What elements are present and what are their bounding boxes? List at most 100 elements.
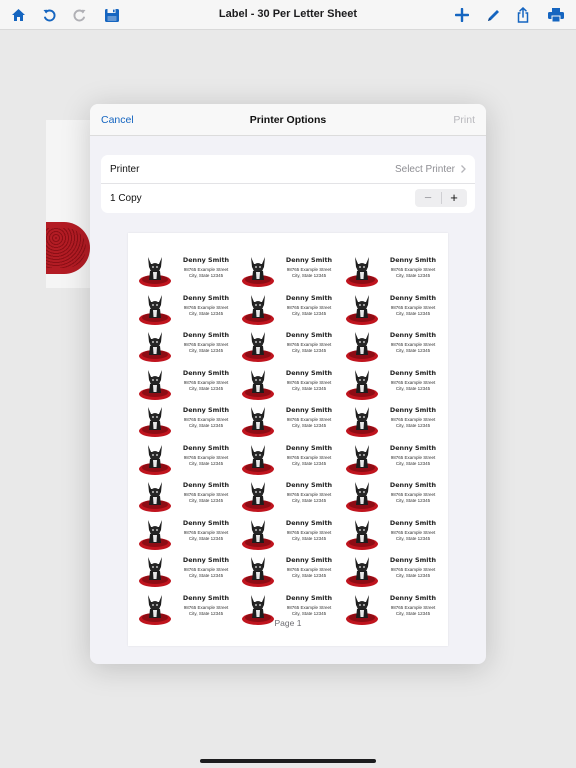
address-label: Denny Smith 98765 Example Street City, Sta… xyxy=(345,478,445,515)
label-address-line1: 98765 Example Street xyxy=(183,379,229,385)
pen-icon[interactable] xyxy=(481,4,505,26)
label-name: Denny Smith xyxy=(182,331,230,339)
printer-label: Printer xyxy=(110,164,140,175)
dog-photo xyxy=(138,404,172,437)
label-name: Denny Smith xyxy=(285,331,333,339)
label-address-line1: 98765 Example Street xyxy=(390,304,436,310)
dog-photo xyxy=(138,366,172,400)
address-label: Denny Smith 98765 Example Street City, Sta… xyxy=(241,328,341,365)
label-address: 98765 Example Street City, State 12345 xyxy=(278,342,340,354)
dog-photo xyxy=(345,516,379,550)
label-address: 98765 Example Street City, State 12345 xyxy=(175,417,237,429)
label-name: Denny Smith xyxy=(182,406,230,414)
label-address-line2: City, State 12345 xyxy=(395,310,431,316)
address-label: Denny Smith 98765 Example Street City, Sta… xyxy=(138,441,238,478)
chevron-right-icon xyxy=(461,165,466,173)
address-label: Denny Smith 98765 Example Street City, Sta… xyxy=(241,553,341,590)
address-label: Denny Smith 98765 Example Street City, Sta… xyxy=(241,478,341,515)
label-name: Denny Smith xyxy=(389,256,437,264)
label-name: Denny Smith xyxy=(285,593,333,602)
label-address-line2: City, State 12345 xyxy=(291,610,327,616)
dog-photo xyxy=(138,554,172,587)
label-address: 98765 Example Street City, State 12345 xyxy=(175,530,237,542)
print-button[interactable]: Print xyxy=(453,114,475,126)
address-label: Denny Smith 98765 Example Street City, Sta… xyxy=(138,516,238,553)
printer-row[interactable]: Printer Select Printer xyxy=(101,155,475,184)
dog-photo xyxy=(138,291,172,325)
label-name: Denny Smith xyxy=(182,293,230,302)
home-indicator[interactable] xyxy=(200,759,376,763)
label-address-line2: City, State 12345 xyxy=(395,535,431,541)
label-address: 98765 Example Street City, State 12345 xyxy=(278,305,340,317)
dog-photo xyxy=(345,554,379,587)
share-icon[interactable] xyxy=(511,4,535,26)
print-preview-page[interactable]: Denny Smith 98765 Example Street City, Sta… xyxy=(128,233,448,646)
label-address: 98765 Example Street City, State 12345 xyxy=(175,380,237,392)
print-icon[interactable] xyxy=(544,4,568,26)
dog-photo xyxy=(241,366,275,400)
dog-photo xyxy=(241,554,275,587)
label-address: 98765 Example Street City, State 12345 xyxy=(278,492,340,504)
top-toolbar: Label - 30 Per Letter Sheet xyxy=(0,0,576,30)
label-address-line2: City, State 12345 xyxy=(395,498,431,503)
dog-photo xyxy=(345,366,379,400)
label-address-line2: City, State 12345 xyxy=(188,273,224,278)
label-name: Denny Smith xyxy=(182,443,230,452)
address-label: Denny Smith 98765 Example Street City, Sta… xyxy=(241,441,341,478)
label-address-line2: City, State 12345 xyxy=(291,348,327,353)
label-address-line2: City, State 12345 xyxy=(395,348,431,353)
dialog-title: Printer Options xyxy=(249,114,327,126)
label-address: 98765 Example Street City, State 12345 xyxy=(382,567,444,579)
copies-label: 1 Copy xyxy=(110,193,142,204)
label-address-line2: City, State 12345 xyxy=(291,498,327,503)
label-address-line1: 98765 Example Street xyxy=(183,604,229,610)
dog-photo xyxy=(138,516,172,550)
label-address-line2: City, State 12345 xyxy=(188,610,224,616)
label-address: 98765 Example Street City, State 12345 xyxy=(382,380,444,392)
label-address-line2: City, State 12345 xyxy=(291,423,327,428)
dog-photo xyxy=(241,291,275,325)
label-name: Denny Smith xyxy=(182,593,230,602)
label-name: Denny Smith xyxy=(389,556,437,564)
label-address: 98765 Example Street City, State 12345 xyxy=(175,605,237,617)
label-address: 98765 Example Street City, State 12345 xyxy=(278,455,340,467)
label-address-line1: 98765 Example Street xyxy=(286,604,332,610)
label-address-line2: City, State 12345 xyxy=(395,385,431,391)
label-address: 98765 Example Street City, State 12345 xyxy=(382,455,444,467)
label-address-line1: 98765 Example Street xyxy=(286,454,332,460)
label-address-line2: City, State 12345 xyxy=(395,273,431,278)
label-address: 98765 Example Street City, State 12345 xyxy=(278,530,340,542)
dog-photo xyxy=(241,441,275,475)
dog-photo xyxy=(241,479,275,512)
label-address-line2: City, State 12345 xyxy=(395,573,431,578)
label-name: Denny Smith xyxy=(285,443,333,452)
label-address: 98765 Example Street City, State 12345 xyxy=(278,417,340,429)
copies-stepper[interactable]: − + xyxy=(415,189,467,207)
label-address: 98765 Example Street City, State 12345 xyxy=(175,567,237,579)
dog-photo xyxy=(241,404,275,437)
label-address: 98765 Example Street City, State 12345 xyxy=(278,267,340,279)
dog-photo xyxy=(241,516,275,550)
label-address-line2: City, State 12345 xyxy=(291,310,327,316)
label-name: Denny Smith xyxy=(285,406,333,414)
label-address: 98765 Example Street City, State 12345 xyxy=(175,455,237,467)
label-address-line2: City, State 12345 xyxy=(188,573,224,578)
label-address: 98765 Example Street City, State 12345 xyxy=(382,342,444,354)
label-address: 98765 Example Street City, State 12345 xyxy=(382,267,444,279)
label-address-line2: City, State 12345 xyxy=(188,498,224,503)
address-label: Denny Smith 98765 Example Street City, Sta… xyxy=(345,516,445,553)
decrement-button[interactable]: − xyxy=(415,189,441,207)
label-address: 98765 Example Street City, State 12345 xyxy=(382,305,444,317)
address-label: Denny Smith 98765 Example Street City, Sta… xyxy=(138,553,238,590)
address-label: Denny Smith 98765 Example Street City, Sta… xyxy=(241,516,341,553)
label-name: Denny Smith xyxy=(389,593,437,602)
increment-button[interactable]: + xyxy=(441,189,467,207)
label-name: Denny Smith xyxy=(389,481,437,489)
add-icon[interactable] xyxy=(450,4,474,26)
label-address: 98765 Example Street City, State 12345 xyxy=(382,417,444,429)
address-label: Denny Smith 98765 Example Street City, Sta… xyxy=(345,441,445,478)
label-address-line2: City, State 12345 xyxy=(395,423,431,428)
label-address-line1: 98765 Example Street xyxy=(183,454,229,460)
address-label: Denny Smith 98765 Example Street City, Sta… xyxy=(138,403,238,440)
address-label: Denny Smith 98765 Example Street City, Sta… xyxy=(138,478,238,515)
